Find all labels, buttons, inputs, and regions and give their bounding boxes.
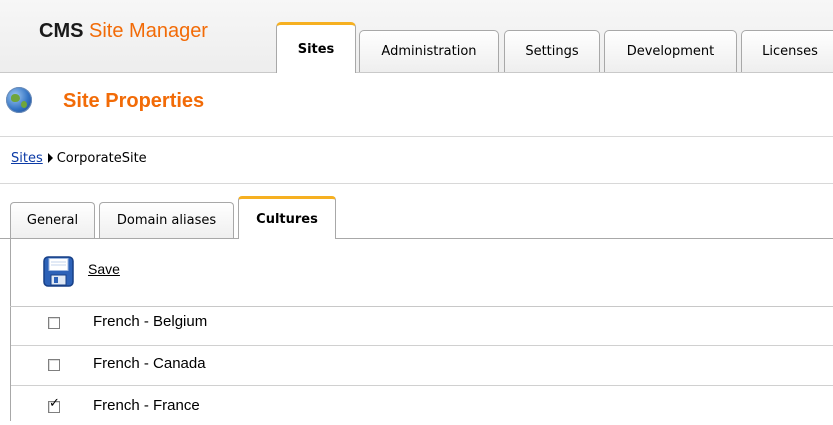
culture-label: French - Canada xyxy=(93,355,206,372)
tab-administration[interactable]: Administration xyxy=(359,30,499,72)
header-divider xyxy=(0,72,833,73)
tab-development[interactable]: Development xyxy=(604,30,737,72)
page-title: Site Properties xyxy=(63,90,205,112)
title-divider xyxy=(0,136,833,137)
breadcrumb-divider xyxy=(0,183,833,184)
subtab-general[interactable]: General xyxy=(10,202,95,238)
tab-settings[interactable]: Settings xyxy=(504,30,600,72)
culture-row: ✓ French - Belgium xyxy=(11,307,833,346)
app-title: CMS Site Manager xyxy=(39,20,208,43)
save-icon[interactable] xyxy=(43,256,74,287)
globe-icon xyxy=(6,87,32,113)
culture-checkbox[interactable]: ✓ xyxy=(48,397,60,413)
breadcrumb-arrow-icon xyxy=(47,153,53,163)
breadcrumb-current: CorporateSite xyxy=(56,151,147,166)
breadcrumb-link-sites[interactable]: Sites xyxy=(11,151,43,166)
subtab-cultures[interactable]: Cultures xyxy=(238,196,336,239)
subtab-baseline xyxy=(0,238,833,239)
culture-checkbox[interactable]: ✓ xyxy=(48,317,60,329)
app-title-site-manager: Site Manager xyxy=(89,20,208,42)
tab-licenses[interactable]: Licenses xyxy=(741,30,833,72)
culture-checkbox[interactable]: ✓ xyxy=(48,359,60,371)
culture-label: French - Belgium xyxy=(93,313,208,330)
culture-row: ✓ French - Canada xyxy=(11,346,833,385)
tab-sites[interactable]: Sites xyxy=(276,22,356,73)
culture-row: ✓ French - France xyxy=(11,386,833,425)
app-title-cms: CMS xyxy=(39,20,84,42)
save-button[interactable]: Save xyxy=(88,261,120,277)
active-subtab-gap xyxy=(239,238,335,239)
check-icon: ✓ xyxy=(49,396,60,411)
breadcrumb: Sites CorporateSite xyxy=(11,151,147,166)
culture-label: French - France xyxy=(93,397,200,414)
subtab-domain-aliases[interactable]: Domain aliases xyxy=(99,202,234,238)
